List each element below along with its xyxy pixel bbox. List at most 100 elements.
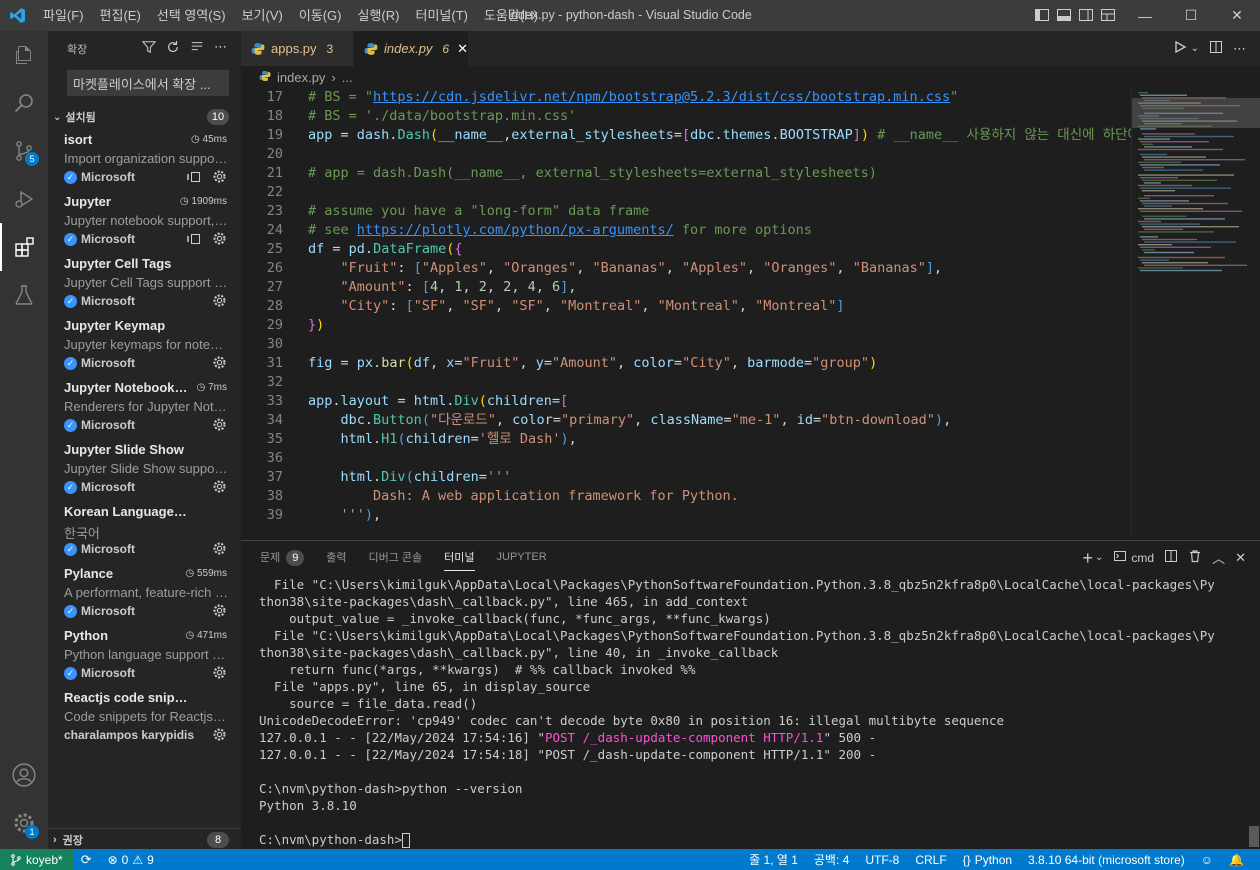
manage-extension-gear-icon[interactable]: [212, 479, 227, 497]
clear-icon[interactable]: [190, 40, 204, 57]
code-line[interactable]: 30: [241, 335, 1131, 354]
code-line[interactable]: 39 '''),: [241, 506, 1131, 525]
toggle-sidebar-icon[interactable]: [1034, 7, 1050, 23]
manage-extension-gear-icon[interactable]: [212, 293, 227, 311]
extension-item[interactable]: Jupyter ◷ 1909ms Jupyter notebook support,…: [48, 190, 241, 252]
panel-tab[interactable]: 디버그 콘솔: [369, 549, 423, 565]
feedback-icon[interactable]: ☺: [1193, 853, 1221, 867]
code-line[interactable]: 25 df = pd.DataFrame({: [241, 240, 1131, 259]
code-line[interactable]: 26 "Fruit": ["Apples", "Oranges", "Banan…: [241, 259, 1131, 278]
cursor-position[interactable]: 줄 1, 열 1: [741, 851, 806, 868]
code-line[interactable]: 32: [241, 373, 1131, 392]
python-interpreter[interactable]: 3.8.10 64-bit (microsoft store): [1020, 853, 1193, 867]
terminal-shell-label[interactable]: cmd: [1131, 551, 1154, 565]
problems-indicator[interactable]: ⊗ 0 ⚠ 9: [100, 853, 162, 867]
code-line[interactable]: 35 html.H1(children='헬로 Dash'),: [241, 430, 1131, 449]
terminal-output[interactable]: File "C:\Users\kimilguk\AppData\Local\Pa…: [259, 576, 1249, 848]
terminal-dropdown-chevron-icon[interactable]: ⌄: [1095, 552, 1103, 563]
manage-extension-gear-icon[interactable]: [212, 665, 227, 683]
notifications-bell-icon[interactable]: 🔔: [1221, 853, 1252, 867]
manage-extension-gear-icon[interactable]: [212, 541, 227, 559]
code-line[interactable]: 31 fig = px.bar(df, x="Fruit", y="Amount"…: [241, 354, 1131, 373]
sync-ignored-icon[interactable]: [187, 233, 201, 248]
menu-item[interactable]: 이동(G): [291, 0, 350, 31]
maximize-panel-chevron-up-icon[interactable]: ︿: [1212, 548, 1225, 567]
code-line[interactable]: 37 html.Div(children=''': [241, 468, 1131, 487]
editor-tab[interactable]: apps.py 3: [241, 31, 354, 66]
manage-extension-gear-icon[interactable]: [212, 603, 227, 621]
code-line[interactable]: 38 Dash: A web application framework for…: [241, 487, 1131, 506]
manage-extension-gear-icon[interactable]: [212, 231, 227, 249]
extension-item[interactable]: Jupyter Slide Show Jupyter Slide Show sup…: [48, 438, 241, 500]
menu-item[interactable]: 실행(R): [350, 0, 408, 31]
code-line[interactable]: 33 app.layout = html.Div(children=[: [241, 392, 1131, 411]
kill-terminal-trash-icon[interactable]: [1188, 549, 1202, 566]
run-file-icon[interactable]: [1173, 40, 1187, 57]
extension-item[interactable]: Python ◷ 471ms Python language support wit…: [48, 624, 241, 686]
filter-icon[interactable]: [141, 40, 157, 57]
split-terminal-icon[interactable]: [1164, 549, 1178, 566]
close-panel-icon[interactable]: ✕: [1235, 550, 1246, 566]
minimap-slider[interactable]: [1132, 98, 1260, 128]
code-line[interactable]: 34 dbc.Button("다운로드", color="primary", c…: [241, 411, 1131, 430]
toggle-secondary-sidebar-icon[interactable]: [1078, 7, 1094, 23]
editor-more-icon[interactable]: ⋯: [1233, 41, 1246, 57]
code-line[interactable]: 22: [241, 183, 1131, 202]
manage-extension-gear-icon[interactable]: [212, 355, 227, 373]
recommended-section-header[interactable]: › 권장 8: [48, 828, 241, 850]
installed-section-header[interactable]: ⌄ 설치됨 10: [48, 106, 241, 128]
more-actions-icon[interactable]: ⋯: [214, 40, 227, 57]
menu-item[interactable]: 도움말(H): [476, 0, 546, 31]
code-line[interactable]: 18 # BS = './data/bootstrap.min.css': [241, 107, 1131, 126]
code-line[interactable]: 19 app = dash.Dash(__name__,external_styl…: [241, 126, 1131, 145]
manage-extension-gear-icon[interactable]: [212, 169, 227, 187]
menu-item[interactable]: 선택 영역(S): [149, 0, 234, 31]
extension-item[interactable]: Jupyter Keymap Jupyter keymaps for notebo…: [48, 314, 241, 376]
refresh-icon[interactable]: [166, 40, 180, 57]
manage-extension-gear-icon[interactable]: [212, 417, 227, 435]
panel-tab[interactable]: JUPYTER: [497, 551, 547, 563]
extension-item[interactable]: Reactjs code snippets Code snippets for R…: [48, 686, 241, 748]
split-editor-icon[interactable]: [1209, 40, 1223, 57]
encoding[interactable]: UTF-8: [857, 853, 907, 867]
terminal-scrollbar[interactable]: [1249, 826, 1259, 847]
sync-icon[interactable]: ⟳: [73, 852, 100, 868]
extension-item[interactable]: Jupyter Cell Tags Jupyter Cell Tags suppo…: [48, 252, 241, 314]
run-dropdown-chevron-icon[interactable]: ⌄: [1191, 43, 1199, 54]
breadcrumb-file[interactable]: index.py: [277, 70, 325, 85]
manage-extension-gear-icon[interactable]: [212, 727, 227, 745]
code-line[interactable]: 23 # assume you have a "long-form" data f…: [241, 202, 1131, 221]
sync-ignored-icon[interactable]: [187, 171, 201, 186]
new-terminal-icon[interactable]: +: [1083, 549, 1094, 567]
search-icon[interactable]: [0, 79, 48, 127]
code-line[interactable]: 24 # see https://plotly.com/python/px-arg…: [241, 221, 1131, 240]
extension-item[interactable]: isort ◷ 45ms Import organization support f…: [48, 128, 241, 190]
panel-tab[interactable]: 터미널: [444, 549, 475, 571]
explorer-icon[interactable]: [0, 31, 48, 79]
end-of-line[interactable]: CRLF: [907, 853, 954, 867]
extensions-icon[interactable]: [0, 223, 48, 271]
manage-gear-icon[interactable]: 1: [0, 799, 48, 847]
code-line[interactable]: 20: [241, 145, 1131, 164]
accounts-icon[interactable]: [0, 751, 48, 799]
code-line[interactable]: 21 # app = dash.Dash(__name__, external_s…: [241, 164, 1131, 183]
code-line[interactable]: 17 # BS = "https://cdn.jsdelivr.net/npm/b…: [241, 88, 1131, 107]
testing-icon[interactable]: [0, 271, 48, 319]
remote-indicator[interactable]: koyeb*: [0, 849, 73, 870]
panel-tab[interactable]: 출력: [326, 549, 346, 565]
extension-search-input[interactable]: 마켓플레이스에서 확장 ...: [67, 70, 229, 96]
terminal-shell-icon[interactable]: [1113, 549, 1127, 566]
code-line[interactable]: 36: [241, 449, 1131, 468]
code-line[interactable]: 28 "City": ["SF", "SF", "SF", "Montreal"…: [241, 297, 1131, 316]
breadcrumb-rest[interactable]: ...: [342, 70, 353, 85]
extension-item[interactable]: Korean Language Pack for VS Code 한국어✓ Micr…: [48, 500, 241, 562]
indentation[interactable]: 공백: 4: [806, 851, 857, 868]
panel-tab[interactable]: 문제 9: [260, 549, 305, 566]
menu-item[interactable]: 편집(E): [92, 0, 149, 31]
code-editor[interactable]: 17 # BS = "https://cdn.jsdelivr.net/npm/b…: [241, 88, 1131, 530]
extension-item[interactable]: Jupyter Notebook Renderers ◷ 7ms Renderers…: [48, 376, 241, 438]
menu-item[interactable]: 파일(F): [35, 0, 92, 31]
close-window-button[interactable]: ✕: [1214, 0, 1260, 31]
maximize-button[interactable]: ☐: [1168, 0, 1214, 31]
editor-tab[interactable]: index.py 6 ✕: [354, 31, 469, 66]
